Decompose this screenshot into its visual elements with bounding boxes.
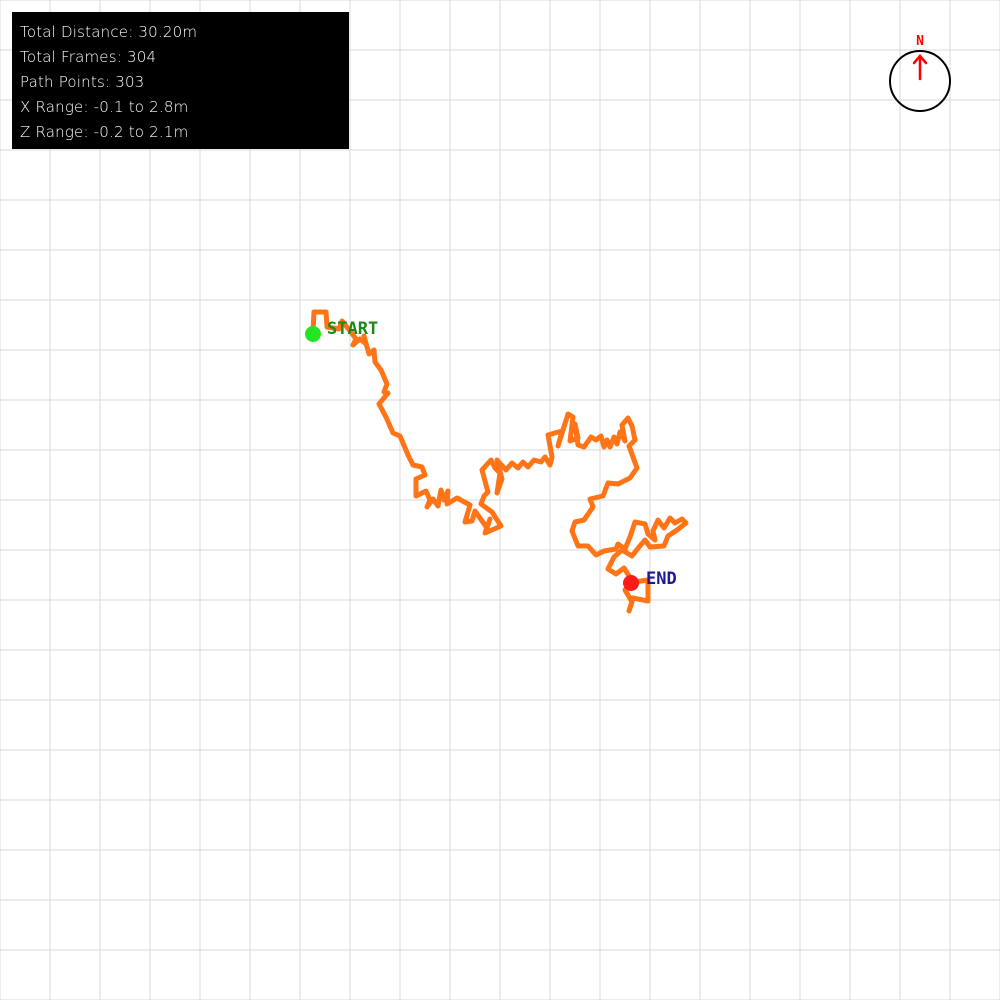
compass: N: [889, 34, 951, 112]
trajectory-map: START END: [0, 0, 1000, 1000]
start-label: START: [327, 319, 378, 339]
end-label: END: [646, 569, 677, 589]
start-marker: [305, 326, 321, 342]
x-range-text: X Range: -0.1 to 2.8m: [20, 98, 189, 116]
stats-panel: Total Distance: 30.20m Total Frames: 304…: [12, 12, 349, 149]
end-marker: [623, 575, 639, 591]
path-points-text: Path Points: 303: [20, 73, 145, 91]
total-frames-text: Total Frames: 304: [20, 48, 157, 66]
map-grid: [0, 0, 1000, 1000]
total-distance-text: Total Distance: 30.20m: [20, 23, 198, 41]
z-range-text: Z Range: -0.2 to 2.1m: [20, 123, 189, 141]
compass-north-label: N: [916, 34, 924, 49]
north-arrow-icon: [912, 54, 928, 81]
